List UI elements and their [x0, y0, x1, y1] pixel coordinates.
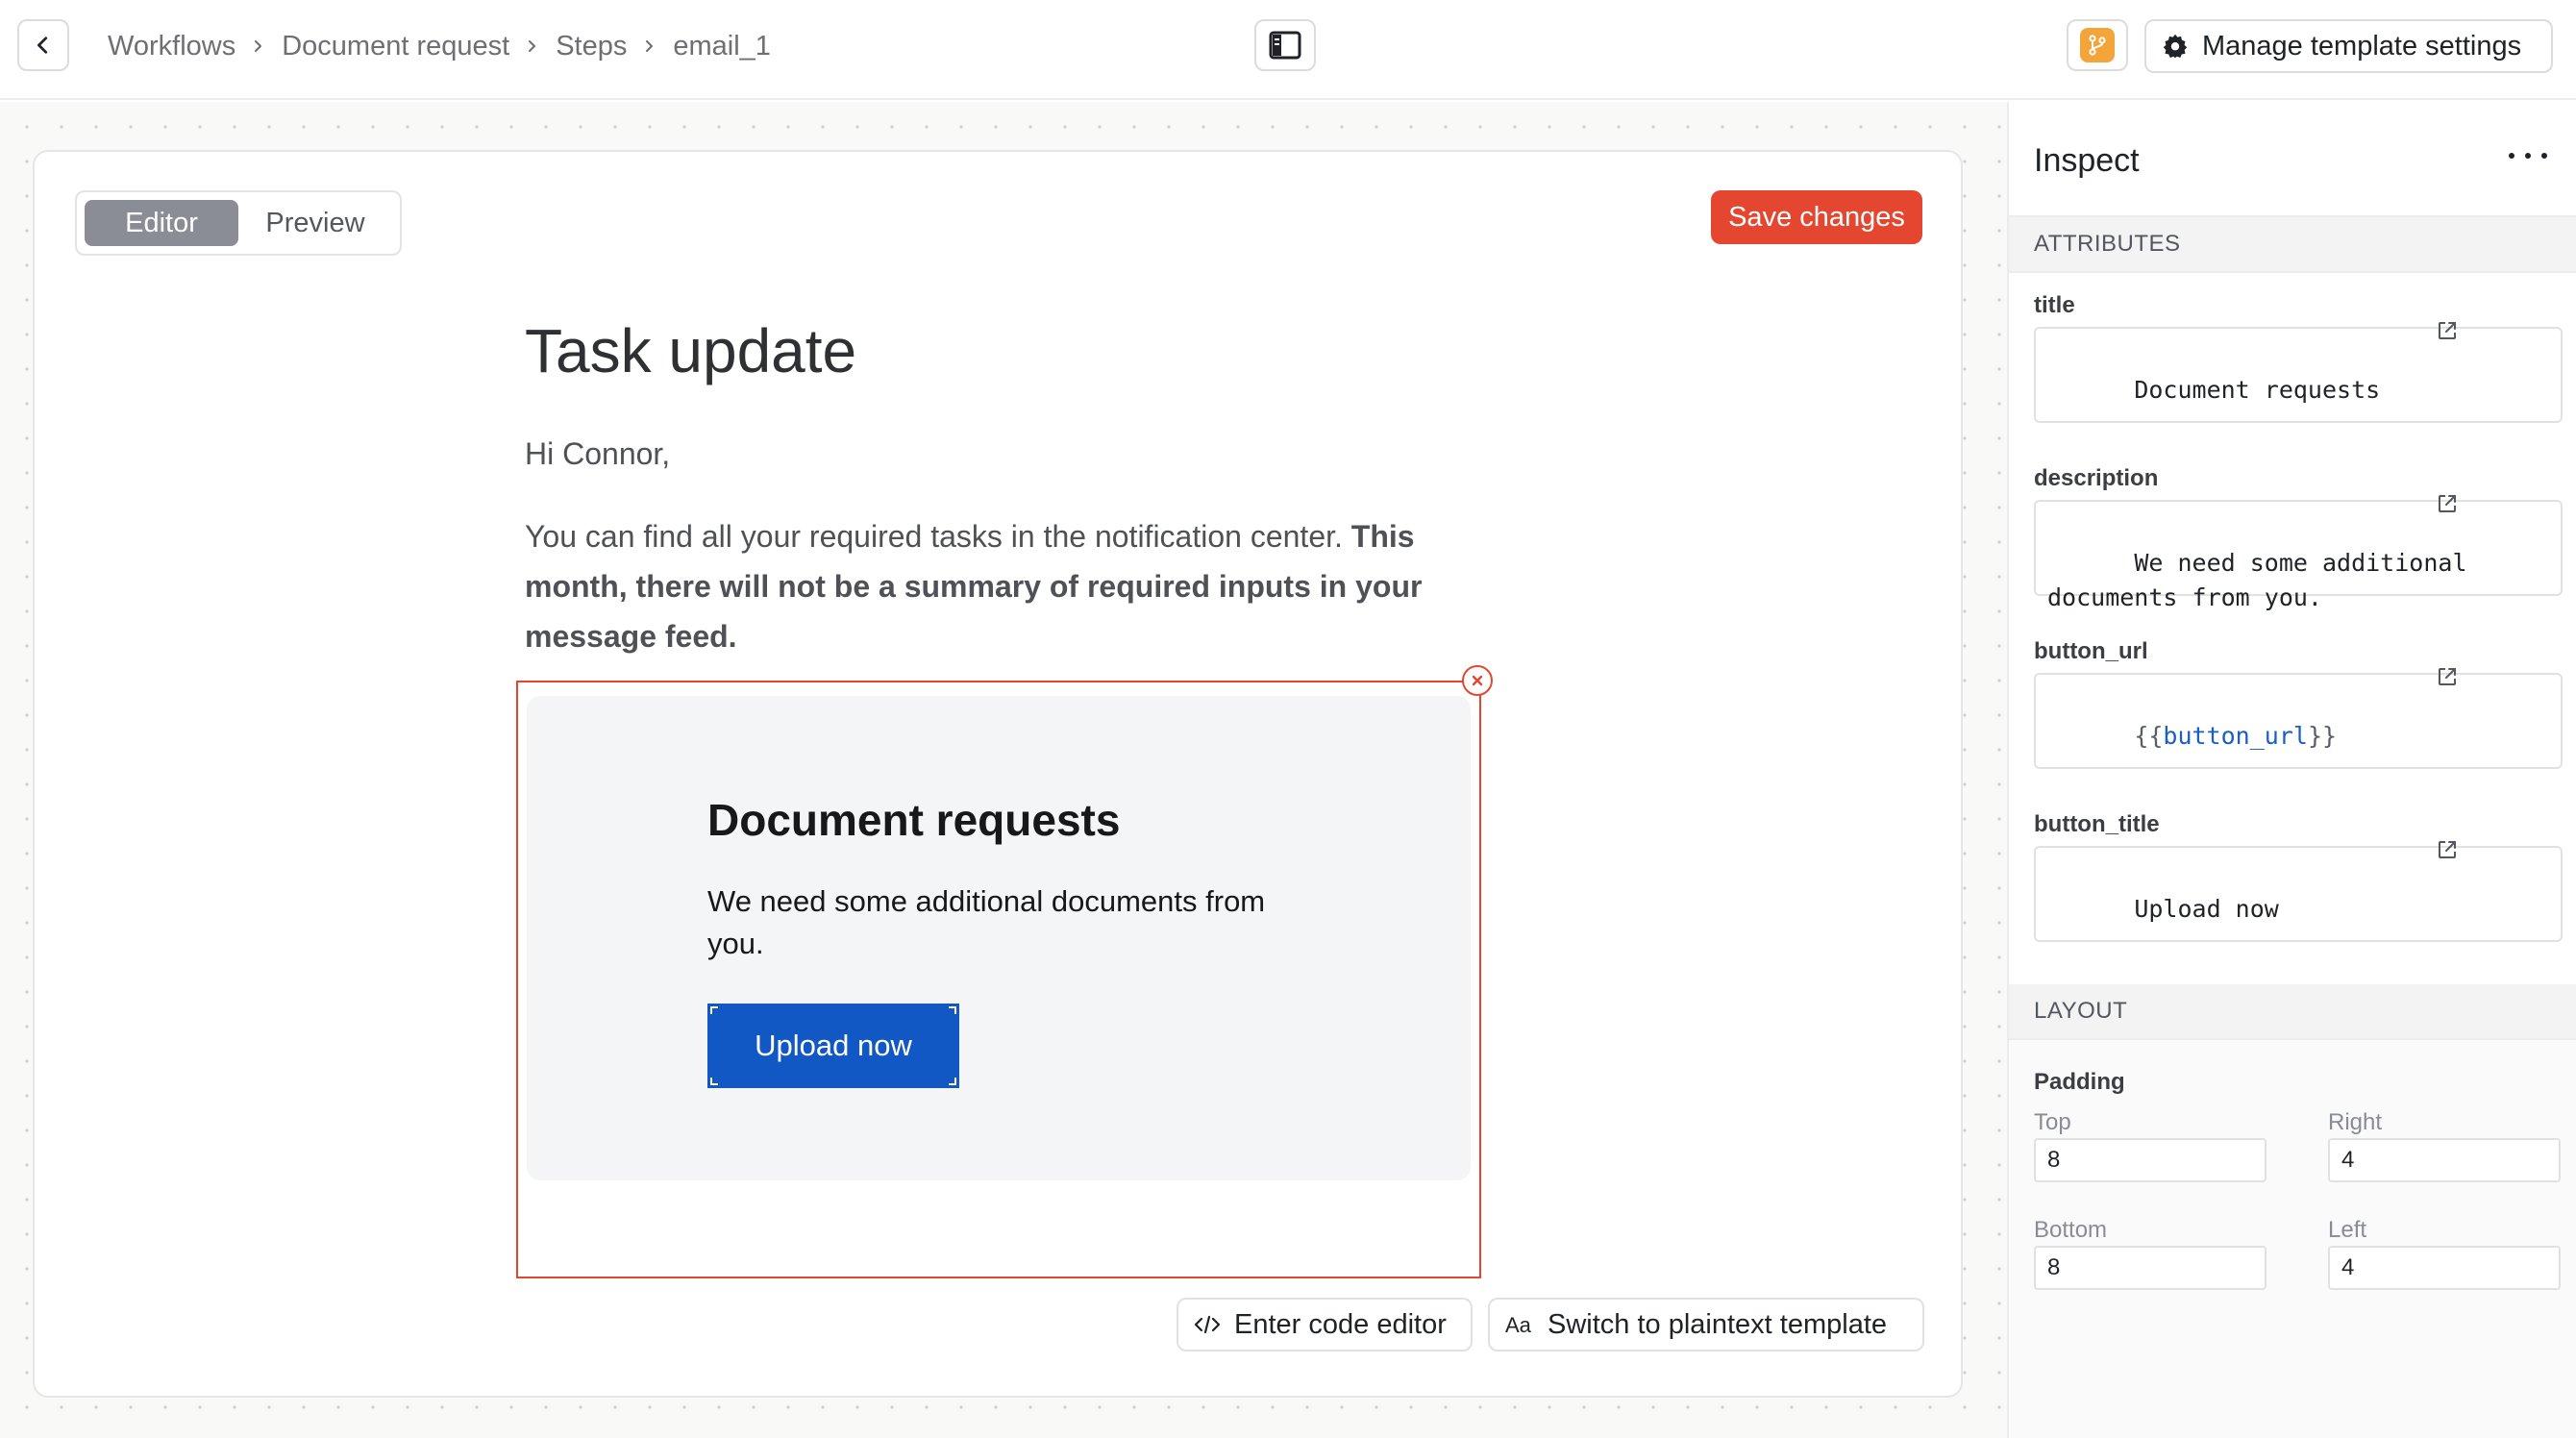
template-variable: {{button_url}} [2134, 722, 2338, 750]
upload-now-button[interactable]: Upload now [707, 1004, 959, 1088]
top-bar: Workflows Document request Steps email_1… [0, 0, 2576, 100]
breadcrumb-item-document-request[interactable]: Document request [282, 31, 509, 62]
resize-handle [949, 1078, 956, 1085]
attr-field-button-url[interactable]: {{button_url}} [2034, 668, 2563, 769]
svg-text:Aa: Aa [1505, 1313, 1532, 1336]
inspector-panel: Inspect ATTRIBUTES title Document reques… [2007, 102, 2576, 1438]
sidebar-icon [1269, 31, 1301, 60]
layout-section: Padding Top 8 Right 4 Bottom 8 Left 4 [2009, 1040, 2576, 1438]
chevron-left-icon [33, 35, 54, 56]
attr-value-button-title: Upload now [2134, 895, 2279, 923]
save-changes-button[interactable]: Save changes [1711, 190, 1922, 244]
padding-left-input[interactable]: 4 [2328, 1246, 2561, 1290]
attr-field-description[interactable]: We need some additional documents from y… [2034, 495, 2563, 611]
tab-editor[interactable]: Editor [85, 200, 238, 246]
padding-bottom-input[interactable]: 8 [2034, 1246, 2266, 1290]
attr-value-description: We need some additional documents from y… [2047, 549, 2482, 611]
enter-code-editor-button[interactable]: Enter code editor [1177, 1298, 1473, 1351]
chevron-right-icon [235, 39, 282, 53]
breadcrumb-item-workflows[interactable]: Workflows [108, 31, 235, 62]
padding-top-label: Top [2034, 1109, 2071, 1135]
sidebar-toggle-button[interactable] [1254, 19, 1316, 71]
enter-code-editor-label: Enter code editor [1234, 1308, 1447, 1340]
padding-left-label: Left [2328, 1217, 2367, 1243]
mode-tabs: Editor Preview [75, 190, 402, 256]
padding-top-input[interactable]: 8 [2034, 1138, 2266, 1182]
external-link-icon[interactable] [2436, 423, 2551, 584]
manage-template-settings-button[interactable]: Manage template settings [2144, 19, 2553, 73]
padding-right-label: Right [2328, 1109, 2383, 1135]
switch-to-plaintext-button[interactable]: Aa Switch to plaintext template [1488, 1298, 1924, 1351]
attr-value-title: Document requests [2134, 376, 2381, 404]
resize-handle [949, 1006, 956, 1014]
attr-label-button-url: button_url [2034, 638, 2148, 664]
attr-field-button-title[interactable]: Upload now [2034, 841, 2563, 942]
email-body-plain: You can find all your required tasks in … [525, 519, 1343, 554]
back-button[interactable] [17, 19, 69, 71]
padding-label: Padding [2034, 1069, 2125, 1095]
chevron-right-icon [627, 39, 673, 53]
more-icon[interactable] [2509, 144, 2547, 167]
resize-handle [710, 1078, 718, 1085]
inspector-title: Inspect [2034, 142, 2140, 179]
breadcrumb-item-steps[interactable]: Steps [556, 31, 627, 62]
tab-preview[interactable]: Preview [238, 200, 392, 246]
editor-card: Editor Preview Save changes Task update … [33, 150, 1963, 1398]
block-title: Document requests [707, 795, 1121, 845]
editor-canvas: Editor Preview Save changes Task update … [0, 102, 2007, 1438]
resize-handle [710, 1006, 718, 1014]
branch-button[interactable] [2067, 19, 2128, 71]
email-body-text[interactable]: You can find all your required tasks in … [525, 511, 1486, 661]
external-link-icon[interactable] [2436, 596, 2551, 757]
padding-right-input[interactable]: 4 [2328, 1138, 2561, 1182]
attr-field-title[interactable]: Document requests [2034, 322, 2563, 423]
email-greeting[interactable]: Hi Connor, [525, 436, 670, 472]
external-link-icon[interactable] [2436, 769, 2551, 930]
code-icon [1194, 1314, 1221, 1335]
padding-bottom-label: Bottom [2034, 1217, 2108, 1243]
inspector-header: Inspect [2009, 102, 2576, 217]
attributes-section: title Document requests description We n… [2009, 273, 2576, 984]
attr-label-button-title: button_title [2034, 811, 2160, 837]
attr-label-description: description [2034, 465, 2159, 491]
block-description: We need some additional documents from y… [707, 884, 1266, 960]
external-link-icon[interactable] [2436, 250, 2551, 411]
attr-label-title: title [2034, 292, 2075, 318]
gear-icon [2162, 33, 2189, 60]
upload-now-label: Upload now [755, 1029, 912, 1062]
switch-to-plaintext-label: Switch to plaintext template [1548, 1308, 1888, 1340]
manage-template-settings-label: Manage template settings [2202, 30, 2522, 62]
breadcrumb-item-email: email_1 [673, 30, 771, 62]
breadcrumb: Workflows Document request Steps email_1 [108, 25, 771, 67]
close-circle-icon[interactable] [1462, 665, 1493, 696]
branch-icon [2080, 28, 2115, 62]
email-title[interactable]: Task update [525, 315, 856, 386]
text-icon: Aa [1505, 1313, 1534, 1336]
chevron-right-icon [509, 39, 556, 53]
layout-section-heading: LAYOUT [2009, 984, 2576, 1040]
